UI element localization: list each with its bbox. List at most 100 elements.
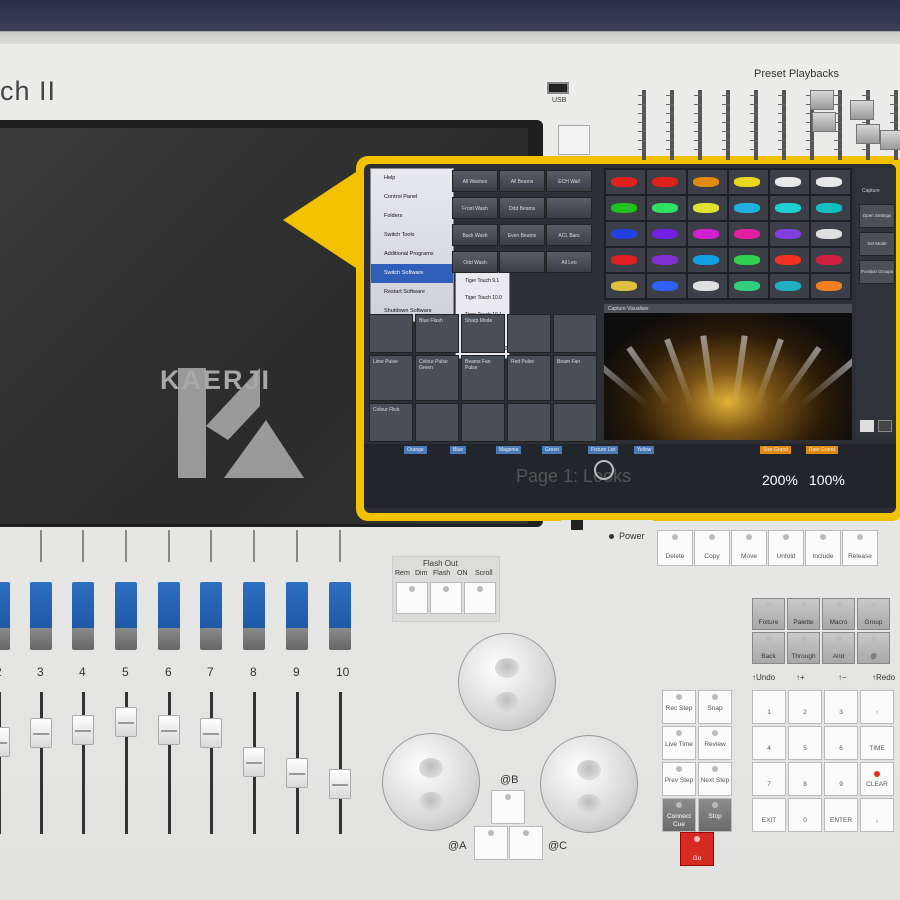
colour-cell[interactable] — [770, 248, 809, 272]
fader-cap[interactable] — [286, 758, 308, 788]
numpad-key[interactable]: 5 — [788, 726, 822, 760]
playback-tile[interactable] — [553, 402, 597, 442]
go-button[interactable]: Go — [680, 832, 714, 866]
playback-key[interactable]: Next Step — [698, 762, 732, 796]
fader-cap[interactable] — [158, 715, 180, 745]
preset-fader-cap[interactable] — [880, 130, 900, 150]
fader-cap[interactable] — [329, 769, 351, 799]
fader-cap[interactable] — [72, 715, 94, 745]
playback-tile[interactable] — [553, 314, 597, 354]
wheel-b-button[interactable] — [491, 790, 525, 824]
numpad-key[interactable]: 8 — [788, 762, 822, 796]
group-button[interactable]: Front Wash — [452, 197, 498, 219]
fader-cap[interactable] — [243, 747, 265, 777]
playback-tile[interactable] — [369, 314, 413, 354]
fader-select-button[interactable] — [243, 582, 265, 630]
playback-tile[interactable]: Lime Pulse — [369, 355, 413, 401]
main-key[interactable]: Group — [857, 598, 890, 630]
page-button-2[interactable] — [878, 420, 892, 432]
main-key[interactable]: Through — [787, 632, 820, 664]
menu-item[interactable]: Control Panel — [371, 188, 453, 207]
fader-cap[interactable] — [115, 707, 137, 737]
playback-key[interactable]: Stop — [698, 798, 732, 832]
colour-cell[interactable] — [688, 222, 727, 246]
bottom-tab[interactable]: Size Grand — [760, 446, 792, 454]
playback-key[interactable]: Review — [698, 726, 732, 760]
playback-tile[interactable]: Beam Fan — [553, 355, 597, 401]
menu-item[interactable]: Folders — [371, 207, 453, 226]
edit-key[interactable]: Release — [842, 530, 878, 566]
open-settings-button[interactable]: Open Settings — [859, 204, 895, 228]
bottom-tab[interactable]: Magenta — [496, 446, 522, 454]
main-key[interactable]: Fixture — [752, 598, 785, 630]
playback-tile[interactable]: Blue Flash — [415, 314, 459, 354]
set-mode-button[interactable]: Set Mode — [859, 232, 895, 256]
numpad-key[interactable]: 9 — [824, 762, 858, 796]
numpad-key[interactable]: TIME — [860, 726, 894, 760]
colour-cell[interactable] — [688, 170, 727, 194]
numpad-key[interactable]: 7 — [752, 762, 786, 796]
main-key[interactable]: Macro — [822, 598, 855, 630]
colour-cell[interactable] — [606, 222, 645, 246]
bottom-tab[interactable]: Orange — [404, 446, 427, 454]
position-groups-button[interactable]: Position Groups — [859, 260, 895, 284]
colour-cell[interactable] — [688, 274, 727, 298]
numpad-key[interactable]: 3 — [824, 690, 858, 724]
bottom-tab[interactable]: Green — [542, 446, 562, 454]
edit-key[interactable]: Unfold — [768, 530, 804, 566]
playback-tile[interactable]: Colour Flick — [369, 402, 413, 442]
preset-fader-cap[interactable] — [856, 124, 880, 144]
power-switch[interactable] — [571, 520, 583, 530]
wheel-b[interactable] — [458, 633, 556, 731]
colour-cell[interactable] — [606, 248, 645, 272]
group-button[interactable] — [546, 197, 592, 219]
playback-tile[interactable]: Sharp Mode — [461, 314, 505, 354]
page-button-1[interactable] — [860, 420, 874, 432]
group-button[interactable]: Even Beams — [499, 224, 545, 246]
group-button[interactable] — [499, 251, 545, 273]
group-button[interactable]: ACL Bars — [546, 224, 592, 246]
main-key[interactable]: And — [822, 632, 855, 664]
playback-key[interactable]: Rec Step — [662, 690, 696, 724]
fader-flash-button[interactable] — [0, 628, 10, 650]
fader-cap[interactable] — [200, 718, 222, 748]
playback-tile[interactable] — [507, 314, 551, 354]
fader-cap[interactable] — [0, 727, 10, 757]
fader-flash-button[interactable] — [72, 628, 94, 650]
bottom-tab[interactable]: Yellow — [634, 446, 655, 454]
fader-select-button[interactable] — [329, 582, 351, 630]
colour-cell[interactable] — [729, 196, 768, 220]
playback-tile[interactable]: Beams Fan Pulse — [461, 355, 505, 401]
zoomed-screen[interactable]: Help Control Panel Folders Switch Tools Addi… — [364, 164, 896, 513]
playback-key[interactable]: Prev Step — [662, 762, 696, 796]
fader-select-button[interactable] — [30, 582, 52, 630]
menu-item[interactable]: Restart Software — [371, 283, 453, 302]
colour-cell[interactable] — [647, 170, 686, 194]
group-button[interactable]: Odd Beams — [499, 197, 545, 219]
numpad-key[interactable]: 2 — [788, 690, 822, 724]
group-button[interactable]: All Leo — [546, 251, 592, 273]
fader-flash-button[interactable] — [30, 628, 52, 650]
wheel-a[interactable] — [382, 733, 480, 831]
edit-key[interactable]: Move — [731, 530, 767, 566]
numpad-key[interactable]: 4 — [752, 726, 786, 760]
main-key[interactable]: Palette — [787, 598, 820, 630]
colour-cell[interactable] — [647, 222, 686, 246]
submenu-item[interactable]: Tiger Touch 10.0 — [456, 290, 509, 307]
colour-cell[interactable] — [688, 196, 727, 220]
colour-cell[interactable] — [606, 196, 645, 220]
playback-key[interactable]: Live Time — [662, 726, 696, 760]
fader-flash-button[interactable] — [115, 628, 137, 650]
scroll-button[interactable] — [464, 582, 496, 614]
fader-select-button[interactable] — [286, 582, 308, 630]
flash-button[interactable] — [430, 582, 462, 614]
colour-cell[interactable] — [811, 196, 850, 220]
bottom-tab[interactable]: Rate Grand — [806, 446, 838, 454]
fader-select-button[interactable] — [200, 582, 222, 630]
colour-cell[interactable] — [811, 274, 850, 298]
playback-key[interactable]: Snap — [698, 690, 732, 724]
fader-flash-button[interactable] — [286, 628, 308, 650]
main-key[interactable]: Back — [752, 632, 785, 664]
playback-key[interactable]: Connect Cue — [662, 798, 696, 832]
numpad-key[interactable]: 0 — [788, 798, 822, 832]
